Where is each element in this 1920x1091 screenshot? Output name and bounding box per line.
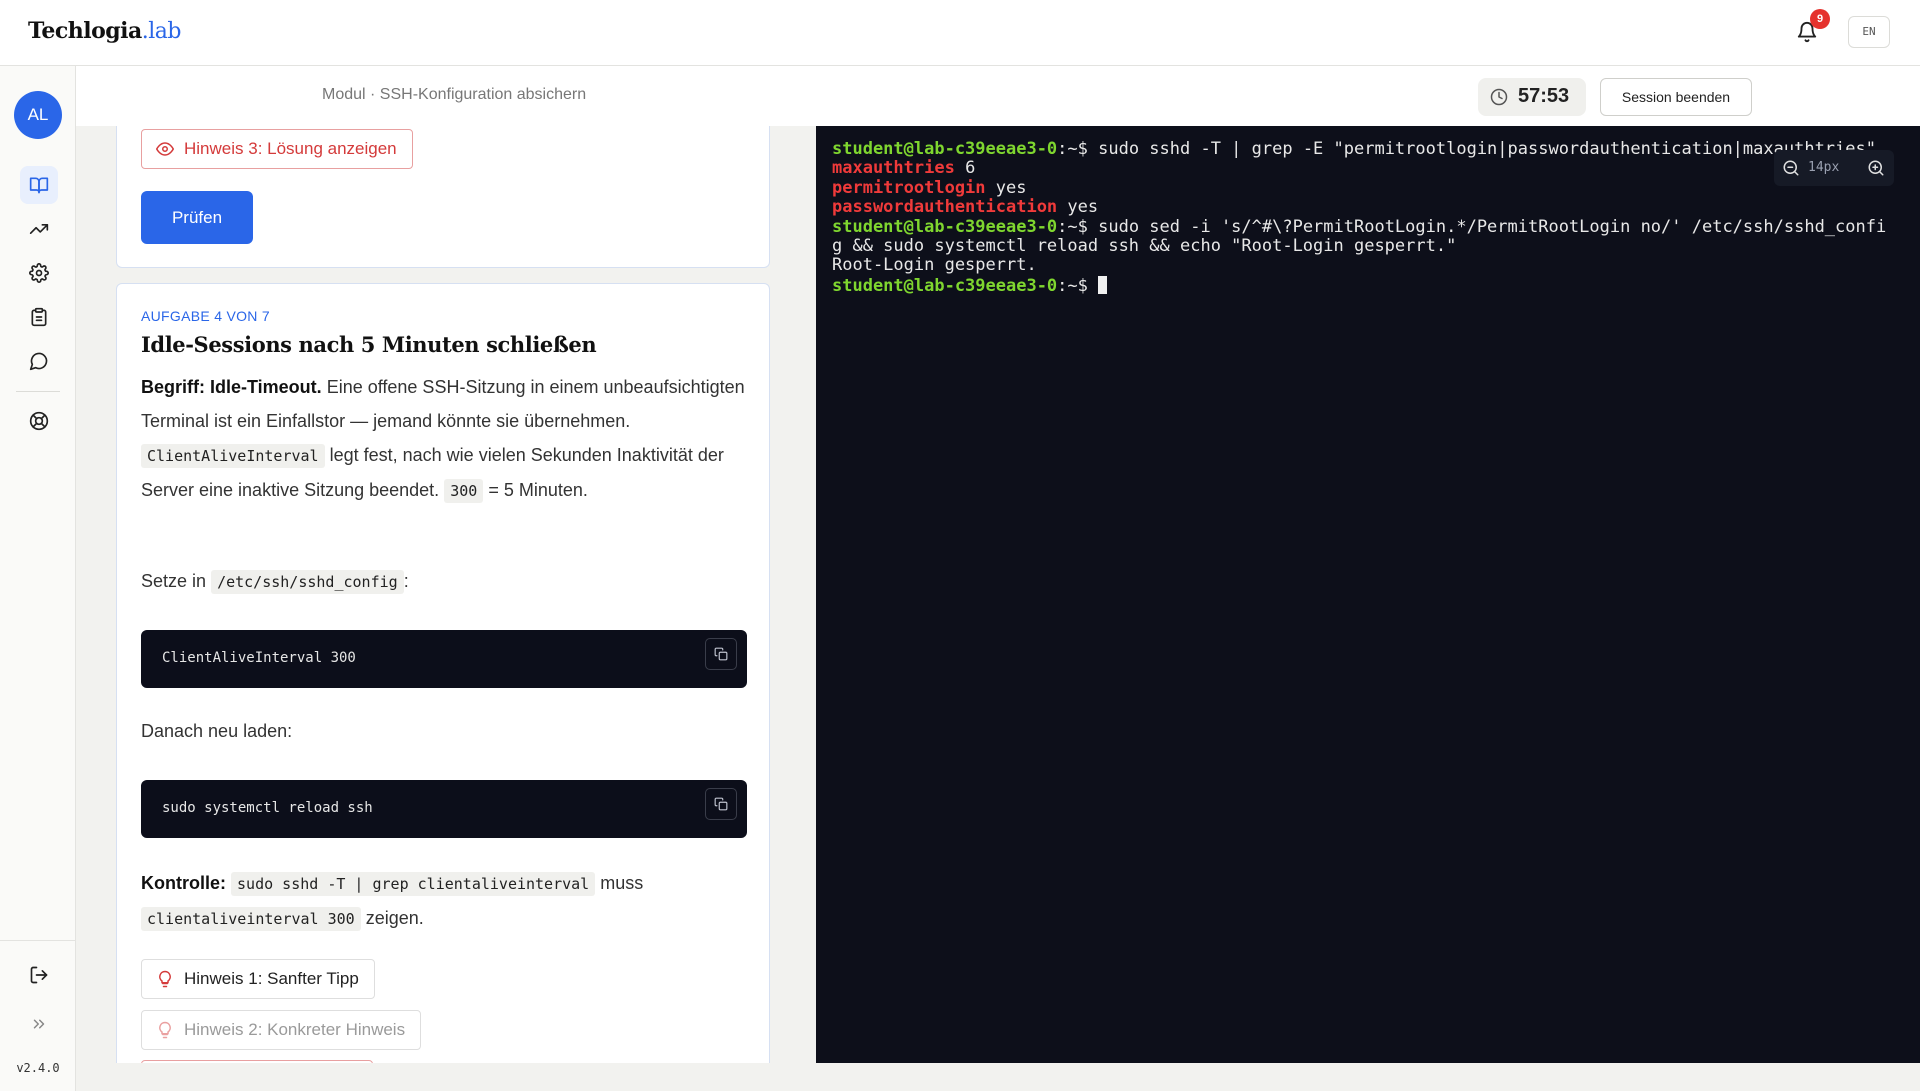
logout-button[interactable] <box>20 956 58 994</box>
control-label: Kontrolle: <box>141 873 226 893</box>
lab-subheader: Modul · SSH-Konfiguration absichern 57:5… <box>76 66 1920 126</box>
hint-1-button[interactable]: Hinweis 1: Sanfter Tipp <box>141 959 375 999</box>
term-label: Begriff: Idle-Timeout. <box>141 377 322 397</box>
code-block-reload-text[interactable]: sudo systemctl reload ssh <box>162 800 373 816</box>
sidebar-item-tasks[interactable] <box>20 298 58 336</box>
task-title: Idle-Sessions nach 5 Minuten schließen <box>141 332 597 357</box>
check-button[interactable]: Prüfen <box>141 191 253 244</box>
terminal-command: sudo sshd -T | grep -E "permitrootlogin|… <box>1098 139 1876 159</box>
lightbulb-icon <box>159 970 171 988</box>
sidebar-item-modules[interactable] <box>20 166 58 204</box>
task-counter: AUFGABE 4 VON 7 <box>141 308 270 324</box>
terminal-prompt-suffix: :~$ <box>1057 275 1099 296</box>
inline-code-clientaliveinterval: ClientAliveInterval <box>141 444 325 468</box>
set-in-prefix: Setze in <box>141 571 207 591</box>
gear-icon <box>29 263 49 283</box>
bottom-strip <box>76 1063 1920 1091</box>
brand-suffix: .lab <box>141 19 182 44</box>
eye-icon <box>156 142 174 156</box>
set-in-suffix: : <box>403 571 409 591</box>
terminal-font-size: 14px <box>1808 160 1840 175</box>
task-intro-text: Begriff: Idle-Timeout. Eine offene SSH-S… <box>141 370 751 508</box>
copy-icon <box>714 647 728 661</box>
copy-icon <box>714 797 728 811</box>
trending-up-icon <box>29 224 49 234</box>
terminal-prompt: student@lab-c39eeae3-0 <box>832 216 1058 237</box>
terminal-output-key: maxauthtries <box>832 158 955 179</box>
terminal-output-key: passwordauthentication <box>832 197 1058 218</box>
terminal-prompt: student@lab-c39eeae3-0 <box>832 139 1058 159</box>
inline-code-control-expected: clientaliveinterval 300 <box>141 907 361 931</box>
inline-code-300: 300 <box>444 479 484 503</box>
hint-2-label: Hinweis 2: Konkreter Hinweis <box>184 1020 406 1039</box>
terminal-output[interactable]: student@lab-c39eeae3-0:~$ sudo sshd -T |… <box>832 139 1887 296</box>
terminal-output-value: yes <box>985 177 1027 198</box>
code-block-reload: sudo systemctl reload ssh <box>141 780 747 838</box>
notification-count-badge: 9 <box>1810 9 1830 29</box>
top-header: Techlogia.lab 9 EN <box>0 0 1920 66</box>
terminal-prompt-suffix: :~$ <box>1057 139 1099 159</box>
control-mid: muss <box>600 873 644 893</box>
task-card: AUFGABE 4 VON 7 Idle-Sessions nach 5 Min… <box>116 283 770 1063</box>
sidebar-item-settings[interactable] <box>20 254 58 292</box>
copy-button[interactable] <box>705 788 737 820</box>
reload-text: Danach neu laden: <box>141 721 293 741</box>
inline-code-control-cmd: sudo sshd -T | grep clientaliveinterval <box>231 872 596 896</box>
control-end: zeigen. <box>365 908 424 928</box>
sidebar-divider <box>16 391 60 392</box>
expand-sidebar-button[interactable] <box>20 1005 58 1043</box>
book-open-icon <box>29 177 49 194</box>
brand-logo[interactable]: Techlogia.lab <box>28 18 182 44</box>
end-session-button[interactable]: Session beenden <box>1600 78 1752 116</box>
sidebar-bottom-divider <box>0 940 76 941</box>
copy-button[interactable] <box>705 638 737 670</box>
previous-task-card: Hinweis 3: Lösung anzeigen Prüfen <box>116 126 770 268</box>
sidebar-item-help[interactable] <box>20 402 58 440</box>
brand-name: Techlogia <box>28 18 142 44</box>
language-switch-button[interactable]: EN <box>1848 16 1890 48</box>
terminal-panel[interactable]: student@lab-c39eeae3-0:~$ sudo sshd -T |… <box>816 126 1920 1063</box>
terminal-command: sudo sed -i 's/^#\?PermitRootLogin.*/Per… <box>1098 216 1887 237</box>
logout-icon <box>30 966 48 984</box>
chevrons-right-icon <box>33 1019 45 1029</box>
timer-value: 57:53 <box>1518 85 1570 107</box>
terminal-prompt-suffix: :~$ <box>1057 216 1099 237</box>
code-block-config-text[interactable]: ClientAliveInterval 300 <box>162 650 356 666</box>
sidebar-item-progress[interactable] <box>20 210 58 248</box>
control-text: Kontrolle: sudo sshd -T | grep clientali… <box>141 866 751 936</box>
hint-3-label: Hinweis 3: Lösung anzeigen <box>184 139 397 158</box>
zoom-out-icon[interactable] <box>1782 159 1800 177</box>
terminal-output-value: yes <box>1057 197 1099 218</box>
terminal-output-value: 6 <box>954 158 976 179</box>
terminal-font-zoom: 14px <box>1774 150 1894 186</box>
clipboard-icon <box>31 307 47 327</box>
clock-icon <box>1490 88 1508 106</box>
sidebar-rail: AL v2.4.0 <box>0 66 76 1091</box>
instructions-panel[interactable]: Hinweis 3: Lösung anzeigen Prüfen AUFGAB… <box>76 126 794 1063</box>
intro-text-3: = 5 Minuten. <box>488 480 588 500</box>
breadcrumb: Modul · SSH-Konfiguration absichern <box>322 86 587 103</box>
terminal-output-key: permitrootlogin <box>832 177 986 198</box>
lightbulb-icon <box>159 1021 171 1039</box>
sidebar-item-chat[interactable] <box>20 342 58 380</box>
life-buoy-icon <box>29 411 49 431</box>
inline-code-config-path: /etc/ssh/sshd_config <box>211 570 404 594</box>
terminal-cursor <box>1098 275 1108 294</box>
set-in-text: Setze in /etc/ssh/sshd_config: <box>141 564 751 599</box>
terminal-output-line: Root-Login gesperrt. <box>832 255 1037 276</box>
terminal-command-wrap: g && sudo systemctl reload ssh && echo "… <box>832 236 1457 257</box>
app-version: v2.4.0 <box>16 1061 60 1075</box>
hint-2-button[interactable]: Hinweis 2: Konkreter Hinweis <box>141 1010 422 1050</box>
code-block-config: ClientAliveInterval 300 <box>141 630 747 688</box>
terminal-prompt: student@lab-c39eeae3-0 <box>832 275 1058 296</box>
zoom-in-icon[interactable] <box>1867 159 1885 177</box>
message-circle-icon <box>29 352 48 371</box>
avatar[interactable]: AL <box>14 91 62 139</box>
session-timer: 57:53 <box>1478 78 1586 116</box>
hint-3-button[interactable]: Hinweis 3: Lösung anzeigen <box>141 129 413 169</box>
hint-1-label: Hinweis 1: Sanfter Tipp <box>184 969 359 988</box>
